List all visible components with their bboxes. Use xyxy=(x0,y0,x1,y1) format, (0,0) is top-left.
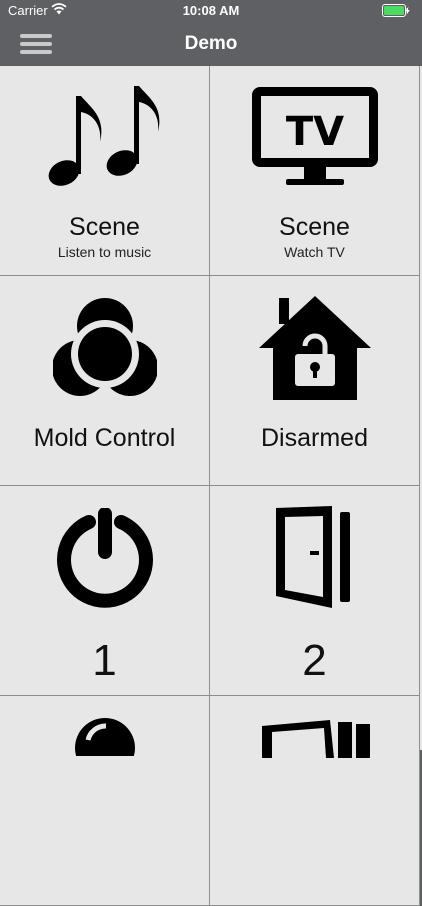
navigation-bar: Demo xyxy=(0,22,422,66)
mold-control-tile[interactable]: Mold Control xyxy=(0,276,210,486)
tile-title: Scene xyxy=(69,213,140,241)
light-tile[interactable] xyxy=(0,696,210,906)
tv-icon: TV xyxy=(252,87,378,185)
door-icon xyxy=(276,506,350,608)
status-bar: Carrier 10:08 AM xyxy=(0,0,422,22)
power-icon xyxy=(57,508,153,608)
page-title: Demo xyxy=(184,33,238,54)
tile-title: Mold Control xyxy=(33,424,176,452)
tile-title: Scene xyxy=(279,213,350,241)
tv-icon-text: TV xyxy=(286,109,344,155)
window-icon xyxy=(262,720,370,758)
tile-title: 2 xyxy=(302,636,327,685)
battery-icon xyxy=(382,4,410,17)
scene-listen-to-music-tile[interactable]: Scene Listen to music xyxy=(0,66,210,276)
power-switch-1-tile[interactable]: 1 xyxy=(0,486,210,696)
security-disarmed-tile[interactable]: Disarmed xyxy=(210,276,420,486)
tile-title: Disarmed xyxy=(261,424,368,452)
tile-title: 1 xyxy=(92,636,117,685)
tile-subtitle: Listen to music xyxy=(57,244,152,260)
clock: 10:08 AM xyxy=(182,3,240,18)
mold-control-icon xyxy=(53,298,157,396)
device-grid: Scene Listen to music TV Scene Watch TV … xyxy=(0,66,422,906)
tile-subtitle: Watch TV xyxy=(284,244,345,260)
window-tile[interactable] xyxy=(210,696,420,906)
music-notes-icon xyxy=(48,86,160,186)
bulb-icon xyxy=(75,718,135,756)
scene-watch-tv-tile[interactable]: TV Scene Watch TV xyxy=(210,66,420,276)
door-sensor-2-tile[interactable]: 2 xyxy=(210,486,420,696)
house-unlocked-icon xyxy=(259,296,371,400)
